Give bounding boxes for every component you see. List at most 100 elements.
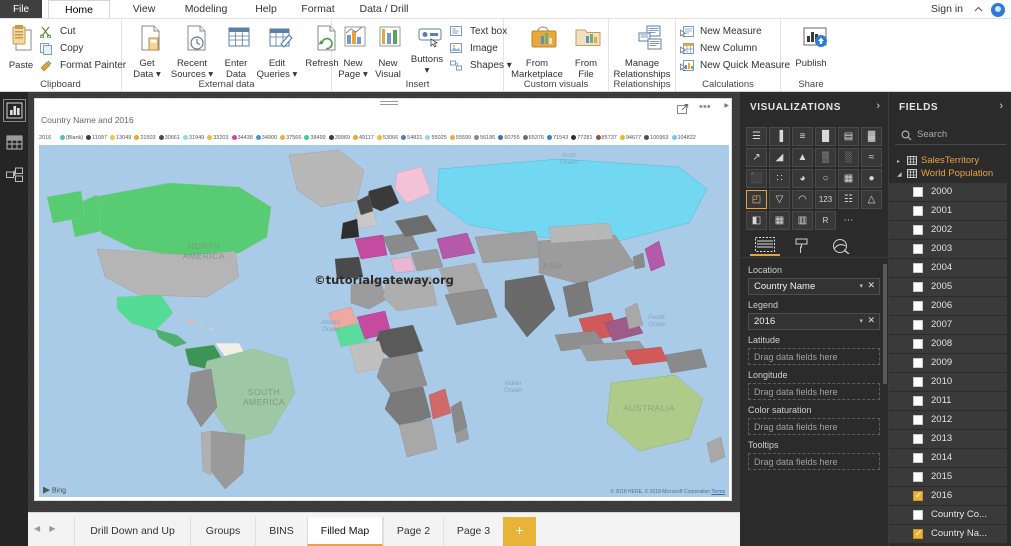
line-clustered-column-chart-icon[interactable]: ░ bbox=[838, 148, 859, 167]
field-checkbox[interactable] bbox=[913, 187, 923, 197]
analytics-pane-tab[interactable] bbox=[826, 235, 856, 256]
menu-file[interactable]: File bbox=[0, 0, 42, 19]
100-stacked-column-chart-icon[interactable]: ▓ bbox=[861, 127, 882, 146]
field-item[interactable]: 2006 bbox=[889, 297, 1011, 315]
page-tab-groups[interactable]: Groups bbox=[190, 517, 255, 546]
map-terms-link[interactable]: Terms bbox=[711, 489, 725, 495]
close-icon[interactable]: ✕ bbox=[867, 280, 875, 291]
r-script-visual-icon[interactable]: R bbox=[815, 211, 836, 230]
field-item[interactable]: 2016 bbox=[889, 487, 1011, 505]
chevron-up-icon[interactable] bbox=[974, 5, 983, 14]
new-visual-button[interactable]: New Visual bbox=[371, 25, 405, 80]
image-button[interactable]: Image bbox=[450, 41, 498, 57]
stacked-column-chart-icon[interactable]: ▐ bbox=[769, 127, 790, 146]
well-dropzone[interactable]: Drag data fields here bbox=[748, 348, 880, 365]
field-checkbox[interactable] bbox=[913, 528, 923, 539]
fields-table-header[interactable]: ▸ SalesTerritory bbox=[889, 152, 1011, 165]
stacked-bar-chart-icon[interactable]: ☰ bbox=[746, 127, 767, 146]
line-stacked-column-chart-icon[interactable]: ▒ bbox=[815, 148, 836, 167]
treemap-icon[interactable]: ▦ bbox=[838, 169, 859, 188]
report-canvas[interactable]: ••• Country Name and 2016 2016 (Blank) 11… bbox=[28, 92, 740, 512]
legend-item[interactable]: 38499 bbox=[304, 135, 326, 141]
cut-button[interactable]: Cut bbox=[40, 24, 76, 40]
filled-map-icon[interactable]: ◰ bbox=[746, 190, 767, 209]
field-item[interactable]: Country Na... bbox=[889, 525, 1011, 543]
recent-sources-button[interactable]: Recent Sources ▾ bbox=[169, 25, 215, 80]
clustered-column-chart-icon[interactable]: █ bbox=[815, 127, 836, 146]
menu-tab-home[interactable]: Home bbox=[48, 0, 110, 19]
expand-arrow-icon[interactable]: ▸ bbox=[897, 158, 900, 165]
fields-pane-tab[interactable] bbox=[750, 235, 780, 256]
sidebar-item-report-view[interactable] bbox=[3, 99, 26, 122]
donut-chart-icon[interactable]: ○ bbox=[815, 169, 836, 188]
legend-item[interactable]: 104822 bbox=[671, 135, 696, 141]
menu-tab-help[interactable]: Help bbox=[244, 0, 288, 19]
legend-next-icon[interactable]: ▶ bbox=[724, 102, 729, 109]
legend-item[interactable]: 39969 bbox=[328, 135, 350, 141]
field-checkbox[interactable] bbox=[913, 301, 923, 311]
bing-logo[interactable]: Bing bbox=[43, 486, 66, 494]
format-pane-tab[interactable] bbox=[788, 235, 818, 256]
filled-map-visual[interactable]: ••• Country Name and 2016 2016 (Blank) 11… bbox=[34, 98, 732, 501]
visualization-type-grid[interactable]: ☰ ▐ ≡ █ ▤ ▓ ↗ ◢ ▲ ▒ ░ ≈ ⬛ ∷ ◕ ○ ▦ ● ◰ ▽ ◠ 123 ☷ △ ◧ ▦ ▥ R ⋯ bbox=[745, 126, 883, 231]
legend-item[interactable]: 54821 bbox=[401, 135, 422, 141]
field-item[interactable]: 2002 bbox=[889, 221, 1011, 239]
field-item[interactable]: 2004 bbox=[889, 259, 1011, 277]
new-page-button[interactable]: New Page ▾ bbox=[336, 25, 370, 80]
field-checkbox[interactable] bbox=[913, 225, 923, 235]
field-item[interactable]: 2011 bbox=[889, 392, 1011, 410]
more-visuals-icon[interactable]: ⋯ bbox=[838, 211, 859, 230]
legend-item[interactable]: 11097 bbox=[86, 135, 107, 141]
card-icon[interactable]: 123 bbox=[815, 190, 836, 209]
focus-mode-icon[interactable] bbox=[677, 102, 690, 120]
field-checkbox[interactable] bbox=[913, 415, 923, 425]
kpi-icon[interactable]: △ bbox=[861, 190, 882, 209]
wells-scrollbar[interactable] bbox=[883, 264, 887, 384]
legend-item[interactable]: 56186 bbox=[474, 135, 495, 141]
legend-item[interactable]: 100963 bbox=[644, 135, 669, 141]
well-chip[interactable]: Country Name ▾ ✕ bbox=[748, 278, 880, 295]
field-checkbox[interactable] bbox=[913, 320, 923, 330]
well-dropzone[interactable]: Drag data fields here bbox=[748, 453, 880, 470]
field-item[interactable]: 2015 bbox=[889, 468, 1011, 486]
100-stacked-bar-chart-icon[interactable]: ▤ bbox=[838, 127, 859, 146]
field-wells[interactable]: Location Country Name ▾ ✕ Legend 2016 ▾ ✕ Latitu… bbox=[740, 260, 888, 546]
field-item[interactable]: 2005 bbox=[889, 278, 1011, 296]
chevron-down-icon[interactable]: ▾ bbox=[859, 317, 863, 325]
fields-scrollbar[interactable] bbox=[1007, 152, 1011, 546]
field-checkbox[interactable] bbox=[913, 472, 923, 482]
field-item[interactable]: 2012 bbox=[889, 411, 1011, 429]
text-box-button[interactable]: Text box bbox=[450, 24, 507, 40]
fields-table-header[interactable]: ◢ World Population bbox=[889, 165, 1011, 183]
enter-data-button[interactable]: Enter Data bbox=[218, 25, 254, 80]
field-checkbox[interactable] bbox=[913, 434, 923, 444]
legend-item[interactable]: 13049 bbox=[110, 135, 131, 141]
table-icon[interactable]: ▦ bbox=[769, 211, 790, 230]
field-checkbox[interactable] bbox=[913, 396, 923, 406]
waterfall-chart-icon[interactable]: ⬛ bbox=[746, 169, 767, 188]
field-checkbox[interactable] bbox=[913, 282, 923, 292]
legend-item[interactable]: 55025 bbox=[425, 135, 447, 141]
menu-tab-format[interactable]: Format bbox=[292, 0, 344, 19]
field-item[interactable]: 2013 bbox=[889, 430, 1011, 448]
area-chart-icon[interactable]: ◢ bbox=[769, 148, 790, 167]
field-checkbox[interactable] bbox=[913, 490, 923, 501]
map-canvas[interactable]: Arctic Ocean Atlantic Ocean Pacific Ocean I… bbox=[39, 145, 729, 497]
chevron-down-icon[interactable]: ▾ bbox=[859, 282, 863, 290]
field-checkbox[interactable] bbox=[913, 510, 923, 520]
more-options-icon[interactable]: ••• bbox=[699, 102, 711, 113]
field-checkbox[interactable] bbox=[913, 206, 923, 216]
multi-row-card-icon[interactable]: ☷ bbox=[838, 190, 859, 209]
field-item[interactable]: 2008 bbox=[889, 335, 1011, 353]
shapes-button[interactable]: Shapes ▾ bbox=[450, 58, 512, 74]
legend-item[interactable]: 53066 bbox=[376, 135, 398, 141]
field-item[interactable]: Country Co... bbox=[889, 506, 1011, 524]
publish-button[interactable]: Publish bbox=[789, 25, 833, 69]
legend-item[interactable]: 55599 bbox=[449, 135, 471, 141]
line-chart-icon[interactable]: ↗ bbox=[746, 148, 767, 167]
legend-item[interactable]: 37566 bbox=[280, 135, 301, 141]
field-checkbox[interactable] bbox=[913, 244, 923, 254]
new-column-button[interactable]: New Column bbox=[680, 41, 757, 57]
collapse-fields-icon[interactable]: › bbox=[999, 100, 1003, 112]
paste-button[interactable]: Paste bbox=[4, 25, 38, 71]
